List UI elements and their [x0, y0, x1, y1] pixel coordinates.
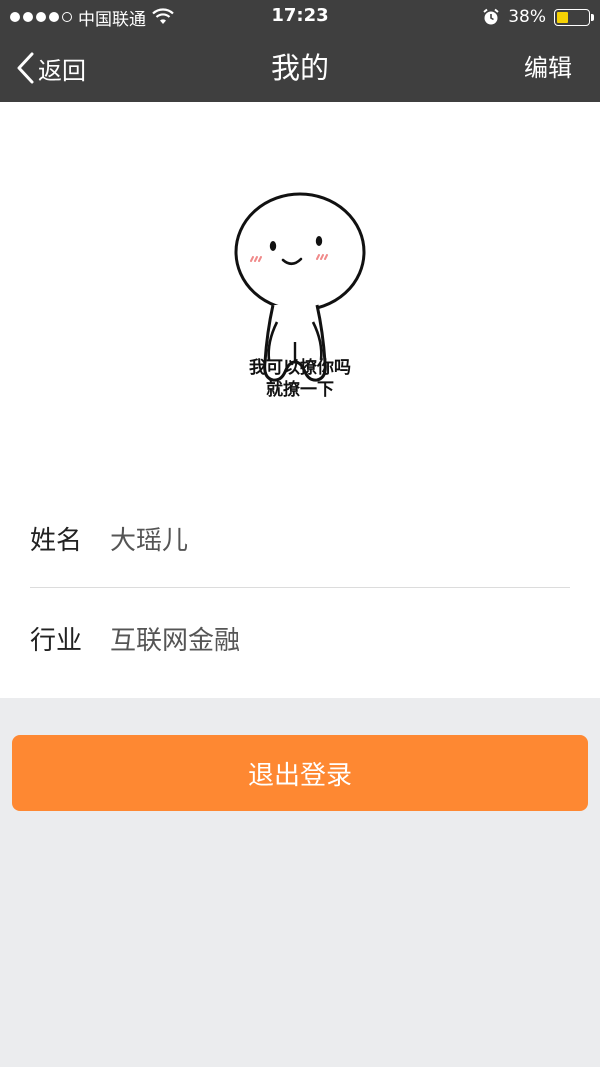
battery-level — [557, 11, 569, 23]
page-title: 我的 — [270, 51, 329, 85]
avatar-caption-line1: 我可以撩你吗 — [249, 358, 351, 378]
alarm-icon — [483, 8, 499, 25]
logout-button[interactable]: 退出登录 — [12, 735, 588, 811]
name-label: 姓名 — [30, 525, 83, 556]
top-bar: 中国联通 17:23 38% 返回 我的 编辑 — [0, 0, 600, 102]
status-bar: 中国联通 17:23 38% — [0, 0, 600, 34]
avatar[interactable]: 我可以撩你吗 就撩一下 — [195, 192, 405, 412]
edit-button[interactable]: 编辑 — [524, 48, 572, 88]
industry-label: 行业 — [30, 625, 83, 656]
industry-value: 互联网金融 — [110, 625, 241, 656]
nav-bar: 返回 我的 编辑 — [0, 34, 600, 102]
industry-row[interactable]: 行业 互联网金融 — [30, 588, 570, 688]
profile-card: 我可以撩你吗 就撩一下 姓名 大瑶儿 行业 互联网金融 — [0, 102, 600, 698]
avatar-illustration — [234, 192, 366, 382]
battery-percent: 38% — [508, 7, 546, 27]
status-right: 38% — [482, 6, 594, 28]
name-row[interactable]: 姓名 大瑶儿 — [30, 488, 570, 588]
name-value: 大瑶儿 — [110, 525, 189, 556]
avatar-caption-line2: 就撩一下 — [266, 380, 334, 400]
battery-icon — [554, 8, 594, 26]
